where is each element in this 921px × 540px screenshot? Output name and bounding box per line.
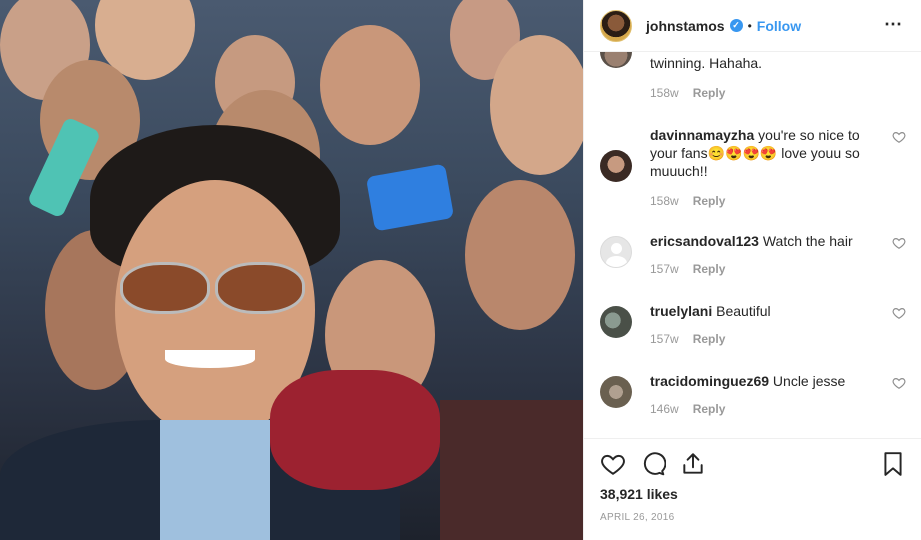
post-photo[interactable] <box>0 0 583 540</box>
commenter-avatar[interactable] <box>600 306 632 338</box>
comment-item: twinning. Hahaha. 158w Reply <box>600 52 906 110</box>
comment-text: ericsandoval123 Watch the hair <box>650 232 870 250</box>
author-username[interactable]: johnstamos <box>646 18 725 34</box>
comment-age: 146w <box>650 402 679 416</box>
heart-icon[interactable] <box>600 451 626 477</box>
comment-username[interactable]: tracidominguez69 <box>650 373 769 389</box>
comment-body: Beautiful <box>716 303 771 319</box>
reply-button[interactable]: Reply <box>693 402 726 416</box>
reply-button[interactable]: Reply <box>693 262 726 276</box>
like-comment-heart-icon[interactable] <box>892 376 906 390</box>
post-date[interactable]: APRIL 26, 2016 <box>600 512 674 523</box>
commenter-avatar[interactable] <box>600 376 632 408</box>
commenter-avatar[interactable] <box>600 150 632 182</box>
plaid-shirt <box>440 400 583 540</box>
comments-list[interactable]: twinning. Hahaha. 158w Reply davinnamayzh… <box>584 52 921 438</box>
smile <box>165 350 255 368</box>
comment-meta: 158w Reply <box>650 194 725 208</box>
comment-item: truelylani Beautiful 157w Reply <box>600 302 906 358</box>
like-comment-heart-icon[interactable] <box>892 236 906 250</box>
comment-meta: 146w Reply <box>650 402 725 416</box>
comment-meta: 157w Reply <box>650 262 725 276</box>
comment-body: twinning. Hahaha. <box>650 55 763 71</box>
commenter-avatar[interactable] <box>600 236 632 268</box>
comment-text: truelylani Beautiful <box>650 302 870 320</box>
shirt <box>160 420 270 540</box>
like-comment-heart-icon[interactable] <box>892 306 906 320</box>
comment-username[interactable]: truelylani <box>650 303 712 319</box>
likes-count[interactable]: 38,921 likes <box>600 486 678 502</box>
comment-meta: 157w Reply <box>650 332 725 346</box>
comment-age: 157w <box>650 332 679 346</box>
comment-item: tracidominguez69 Uncle jesse 146w Reply <box>600 372 906 428</box>
verified-badge-icon: ✓ <box>729 19 743 32</box>
comment-username[interactable]: davinnamayzha <box>650 127 754 143</box>
comment-age: 158w <box>650 194 679 208</box>
more-options-icon[interactable]: ⋯ <box>884 14 903 35</box>
like-comment-heart-icon[interactable] <box>892 130 906 144</box>
comment-text: tracidominguez69 Uncle jesse <box>650 372 870 390</box>
comment-item: davinnamayzha you're so nice to your fan… <box>600 126 906 216</box>
sunglasses-lens <box>120 262 210 314</box>
red-sweater <box>270 370 440 490</box>
phone <box>365 163 455 232</box>
author-avatar[interactable] <box>600 9 632 42</box>
comment-text: davinnamayzha you're so nice to your fan… <box>650 126 870 180</box>
comment-text: twinning. Hahaha. <box>650 54 870 72</box>
comment-meta: 158w Reply <box>650 86 725 100</box>
reply-button[interactable]: Reply <box>693 332 726 346</box>
fan-face <box>320 25 420 145</box>
post-detail-panel: johnstamos ✓ • Follow ⋯ twinning. Hahaha… <box>583 0 921 540</box>
commenter-avatar[interactable] <box>600 52 632 68</box>
sunglasses-lens <box>215 262 305 314</box>
comment-body: Uncle jesse <box>772 373 846 389</box>
comment-age: 157w <box>650 262 679 276</box>
fan-face <box>490 35 583 175</box>
comment-icon[interactable] <box>640 451 666 477</box>
share-icon[interactable] <box>680 451 706 477</box>
bookmark-icon[interactable] <box>880 451 906 477</box>
comment-username[interactable]: ericsandoval123 <box>650 233 759 249</box>
follow-button[interactable]: Follow <box>757 18 801 34</box>
comment-body: Watch the hair <box>762 233 853 249</box>
post-actions: 38,921 likes APRIL 26, 2016 <box>584 438 921 540</box>
comment-item: ericsandoval123 Watch the hair 157w Reply <box>600 232 906 288</box>
comment-age: 158w <box>650 86 679 100</box>
reply-button[interactable]: Reply <box>693 86 726 100</box>
fan-face <box>465 180 575 330</box>
reply-button[interactable]: Reply <box>693 194 726 208</box>
post-header: johnstamos ✓ • Follow ⋯ <box>584 0 921 52</box>
separator-dot: • <box>747 18 752 33</box>
